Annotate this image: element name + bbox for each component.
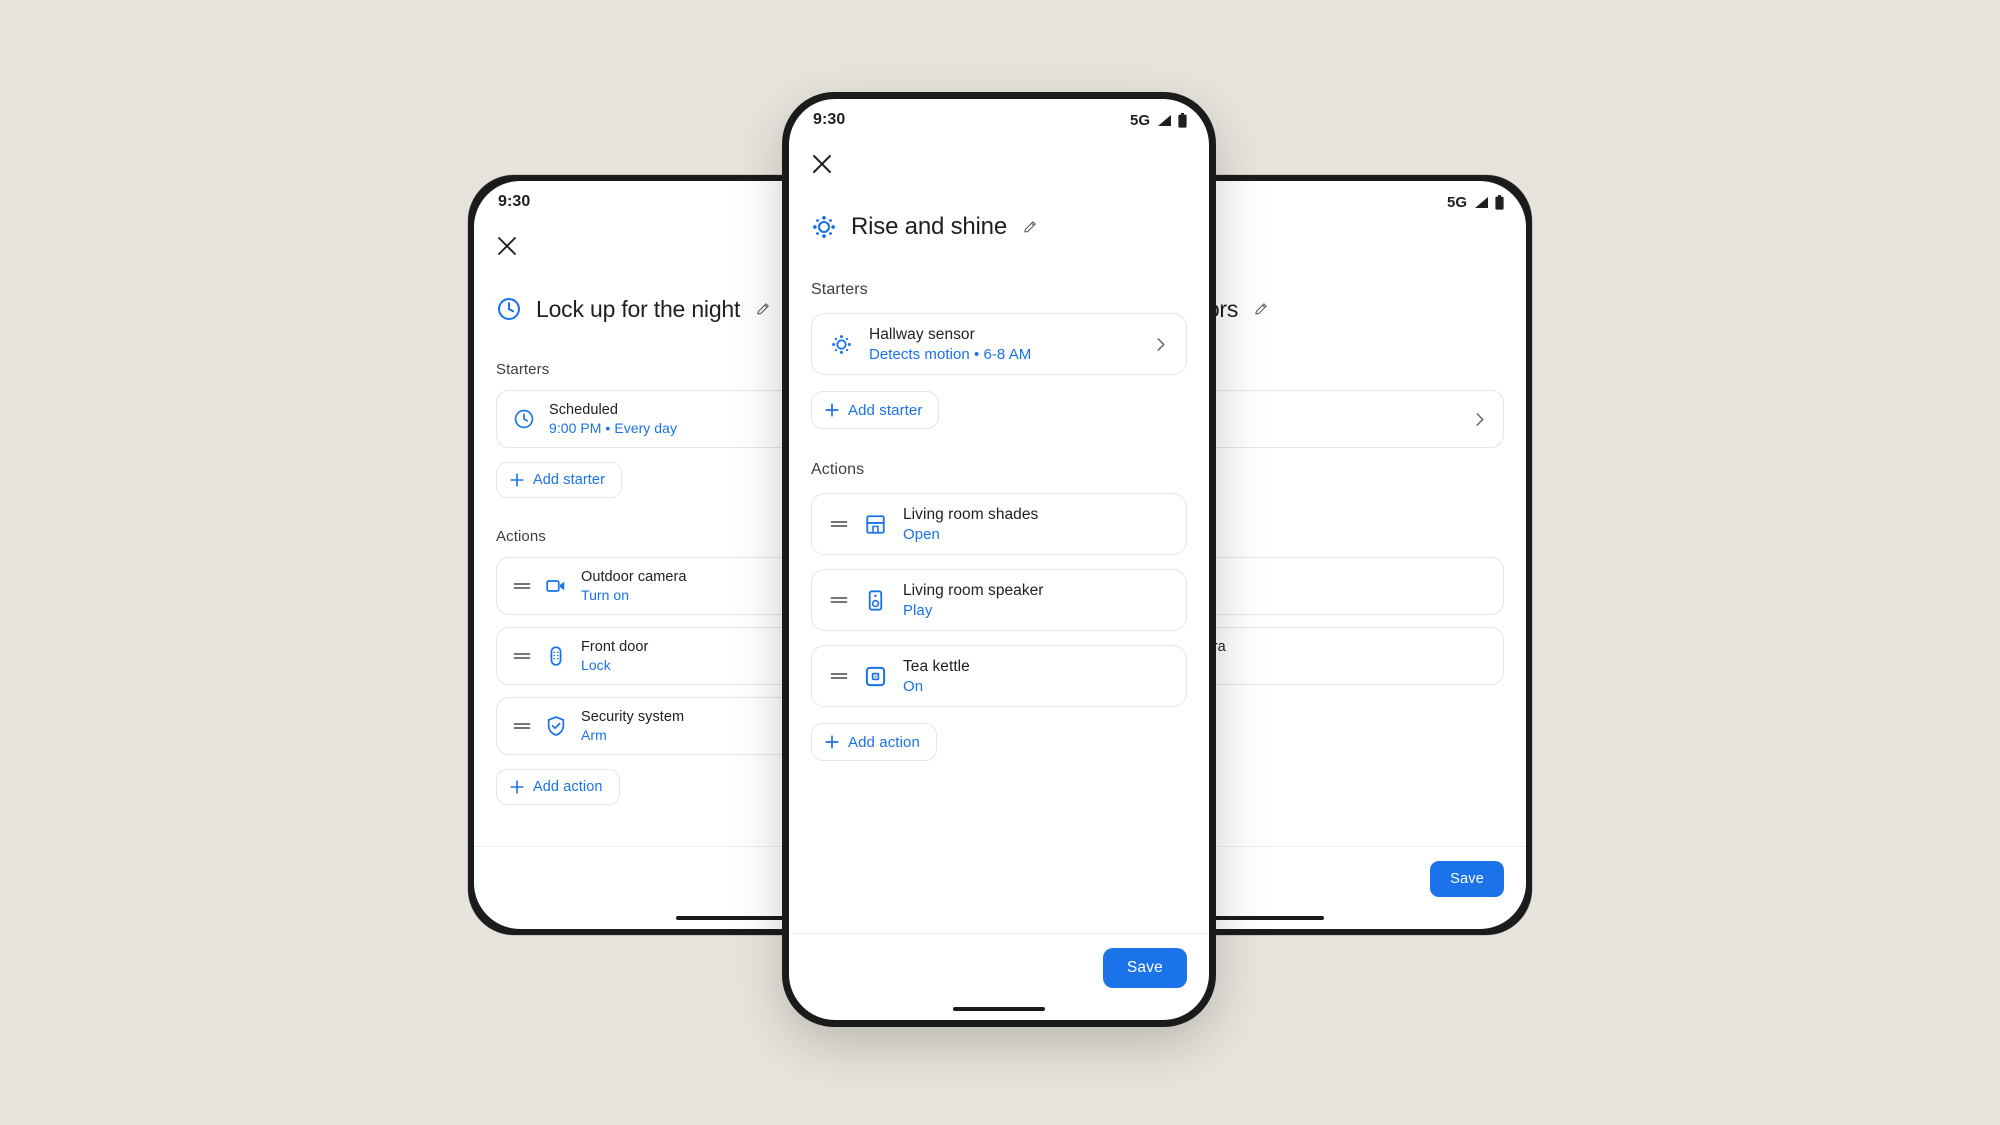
chevron-right-icon [1476,412,1484,426]
drag-handle-icon[interactable] [830,517,848,531]
action-text: Living room speaker Play [903,582,1044,619]
save-button[interactable]: Save [1430,861,1504,897]
plus-icon [510,780,524,794]
starter-card[interactable]: Hallway sensor Detects motion • 6-8 AM [811,313,1187,375]
status-time: 9:30 [813,111,846,128]
add-starter-button[interactable]: Add starter [496,462,623,498]
pencil-icon[interactable] [1254,302,1269,317]
motion-sensor-icon [832,334,851,354]
action-title: Security system [581,709,685,725]
screen-center: 9:30 5G Rise and shine Starters Hallway … [789,99,1209,1020]
battery-full-icon [1495,194,1504,210]
action-text: Outdoor camera Turn on [581,569,686,603]
phone-center: 9:30 5G Rise and shine Starters Hallway … [782,92,1216,1027]
action-title: Front door [581,639,649,655]
drag-handle-icon[interactable] [830,669,848,683]
shield-check-icon [547,716,565,736]
close-icon[interactable] [811,153,833,175]
routine-title: Lock up for the night [536,295,741,322]
battery-full-icon [1178,112,1187,128]
action-card[interactable]: Living room shades Open [811,493,1187,555]
starter-subtitle: 9:00 PM • Every day [549,420,678,436]
status-indicators: 5G [1447,194,1504,211]
clock-icon [514,409,534,429]
action-subtitle: Open [903,525,940,543]
status-time: 9:30 [498,193,531,210]
plus-icon [510,473,524,487]
status-indicators: 5G [1130,112,1187,129]
outlet-icon [865,666,886,686]
status-network: 5G [1446,193,1467,211]
action-subtitle: On [903,677,924,695]
add-starter-button[interactable]: Add starter [811,391,940,429]
add-action-button[interactable]: Add action [811,723,937,761]
action-card[interactable]: Tea kettle On [811,645,1187,707]
close-icon[interactable] [496,235,518,257]
starter-card-content: Hallway sensor Detects motion • 6-8 AM [830,326,1153,363]
action-title: Living room shades [903,505,1039,523]
screenshot-stage: 9:30 5G [0,0,2000,1125]
signal-bars-icon [1158,114,1171,126]
save-button[interactable]: Save [1102,948,1187,988]
action-subtitle: Play [903,601,933,619]
starter-title: Hallway sensor [869,325,975,343]
add-action-label: Add action [848,733,920,751]
starter-text: Hallway sensor Detects motion • 6-8 AM [869,326,1031,363]
action-text: Living room shades Open [903,506,1038,543]
action-text: Front door Lock [581,639,648,673]
action-text: Security system Arm [581,709,684,743]
action-subtitle: Lock [581,657,611,673]
add-action-label: Add action [533,779,603,795]
home-indicator [676,916,792,920]
home-indicator [953,1007,1045,1011]
window-shades-icon [866,514,885,534]
drag-handle-icon[interactable] [513,719,531,733]
status-network: 5G [1129,111,1150,129]
drag-handle-icon[interactable] [513,649,531,663]
action-card-content: Living room speaker Play [830,582,1168,619]
starter-subtitle: Detects motion • 6-8 AM [869,345,1032,363]
action-text: Tea kettle On [903,658,970,695]
home-indicator [1208,916,1324,920]
drag-handle-icon[interactable] [513,579,531,593]
camera-icon [546,580,565,592]
starter-text: Scheduled 9:00 PM • Every day [549,402,677,436]
action-title: Outdoor camera [581,569,687,585]
add-starter-label: Add starter [533,472,606,488]
drag-handle-icon[interactable] [830,593,848,607]
speaker-icon [868,589,883,611]
action-title: Tea kettle [903,657,970,675]
pencil-icon[interactable] [756,302,771,317]
routine-title-row-center: Rise and shine [811,209,1187,245]
motion-sensor-icon [813,216,835,238]
app-body-center: Rise and shine Starters Hallway sensor D… [789,141,1209,933]
plus-icon [825,735,839,749]
actions-label: Actions [811,461,865,478]
add-starter-label: Add starter [848,401,923,419]
add-action-button[interactable]: Add action [496,769,620,805]
footer-center: Save [789,933,1209,998]
signal-bars-icon [1475,196,1488,208]
pencil-icon[interactable] [1023,220,1038,235]
chevron-right-icon [1157,337,1165,351]
close-bar-center [811,141,1187,187]
action-subtitle: Arm [581,727,607,743]
starters-label: Starters [811,281,868,298]
starter-title: Scheduled [549,402,618,418]
plus-icon [825,403,839,417]
action-card-content: Tea kettle On [830,658,1168,695]
clock-icon [498,298,520,320]
action-card[interactable]: Living room speaker Play [811,569,1187,631]
action-card-content: Living room shades Open [830,506,1168,543]
routine-title: Rise and shine [851,213,1007,240]
home-indicator-area [789,998,1209,1020]
action-subtitle: Turn on [581,587,630,603]
action-title: Living room speaker [903,581,1044,599]
door-lock-icon [550,646,562,666]
status-bar-center: 9:30 5G [789,99,1209,141]
